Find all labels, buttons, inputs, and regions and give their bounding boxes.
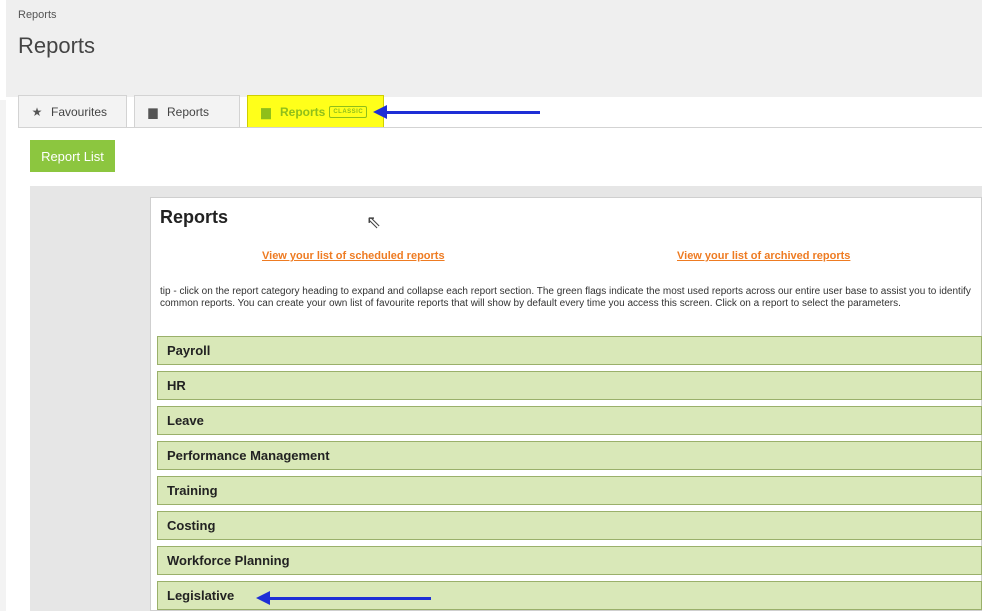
star-icon: ★	[31, 105, 43, 119]
tab-reports[interactable]: ▆ Reports	[134, 95, 240, 128]
category-costing[interactable]: Costing	[157, 511, 982, 540]
left-edge-strip	[0, 100, 6, 611]
category-legislative[interactable]: Legislative	[157, 581, 982, 610]
page-header: Reports Reports	[6, 0, 982, 97]
tab-divider	[18, 127, 982, 128]
tab-reports-classic[interactable]: ▆ Reports CLASSIC	[247, 95, 384, 128]
category-performance-management[interactable]: Performance Management	[157, 441, 982, 470]
category-payroll[interactable]: Payroll	[157, 336, 982, 365]
category-hr[interactable]: HR	[157, 371, 982, 400]
report-list-button[interactable]: Report List	[30, 140, 115, 172]
category-workforce-planning[interactable]: Workforce Planning	[157, 546, 982, 575]
page-title: Reports	[18, 33, 96, 58]
category-training[interactable]: Training	[157, 476, 982, 505]
tab-favourites[interactable]: ★ Favourites	[18, 95, 127, 128]
document-icon: ▆	[148, 105, 158, 119]
mouse-pointer-icon: ⇖	[366, 212, 382, 232]
classic-reports-title: Reports	[160, 207, 229, 227]
annotation-arrow-tab	[373, 105, 540, 119]
category-leave[interactable]: Leave	[157, 406, 982, 435]
tab-favourites-label: Favourites	[51, 105, 108, 119]
archived-reports-link[interactable]: View your list of archived reports	[677, 250, 850, 262]
classic-badge: CLASSIC	[329, 106, 368, 118]
tab-reports-label: Reports	[167, 105, 210, 119]
scheduled-reports-link[interactable]: View your list of scheduled reports	[262, 250, 445, 262]
annotation-arrow-legislative	[256, 591, 431, 605]
breadcrumb[interactable]: Reports	[18, 9, 57, 21]
document-icon: ▆	[261, 105, 271, 119]
tip-text: tip - click on the report category headi…	[160, 286, 971, 309]
tab-reports-classic-label: Reports	[280, 105, 326, 119]
